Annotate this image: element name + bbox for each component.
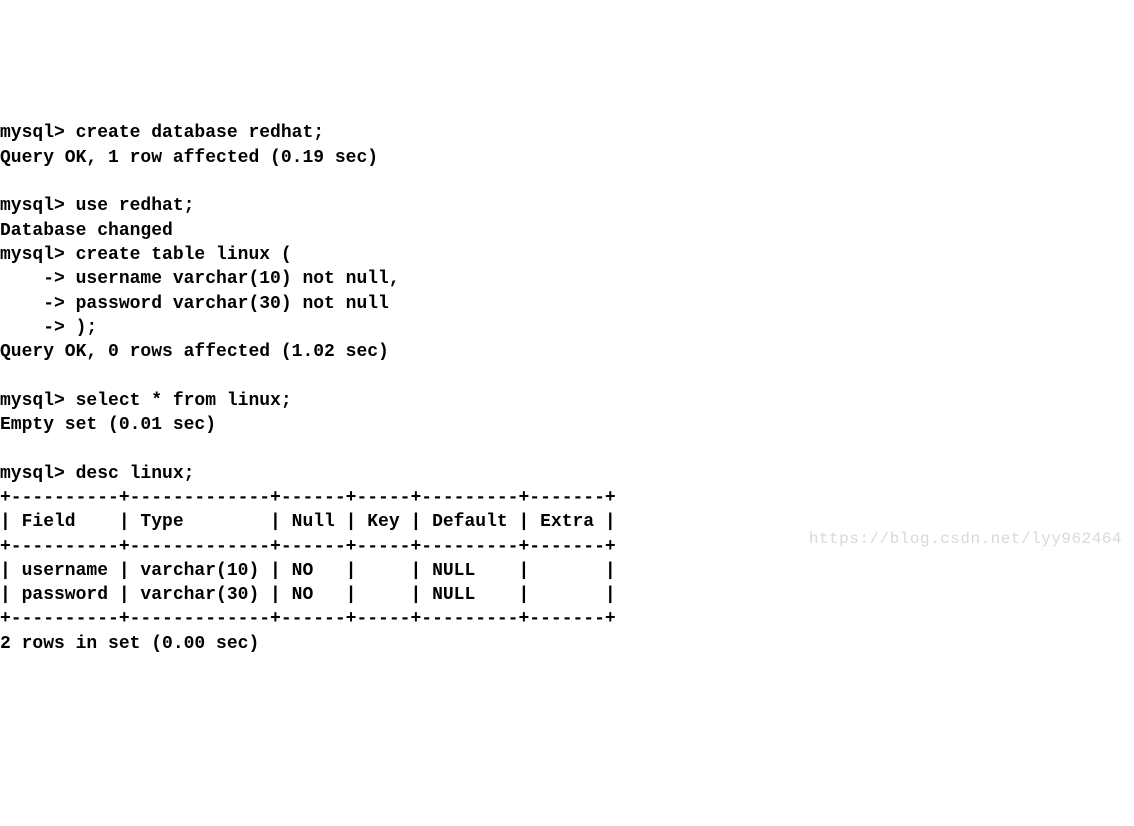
table-row: | password | varchar(30) | NO | | NULL |…: [0, 585, 616, 605]
table-border-mid: +----------+-------------+------+-----+-…: [0, 537, 616, 557]
table-row: | username | varchar(10) | NO | | NULL |…: [0, 561, 616, 581]
watermark-text: https://blog.csdn.net/lyy962464: [809, 529, 1122, 551]
result-empty-set: Empty set (0.01 sec): [0, 415, 216, 435]
cmd-create-database: mysql> create database redhat;: [0, 123, 324, 143]
cmd-create-table-2: -> username varchar(10) not null,: [0, 269, 400, 289]
cmd-select: mysql> select * from linux;: [0, 391, 292, 411]
table-header-row: | Field | Type | Null | Key | Default | …: [0, 512, 616, 532]
cmd-desc: mysql> desc linux;: [0, 464, 194, 484]
terminal-output: mysql> create database redhat; Query OK,…: [0, 97, 1134, 656]
result-desc: 2 rows in set (0.00 sec): [0, 634, 259, 654]
cmd-use-database: mysql> use redhat;: [0, 196, 194, 216]
result-create-table: Query OK, 0 rows affected (1.02 sec): [0, 342, 389, 362]
cmd-create-table-4: -> );: [0, 318, 97, 338]
table-border-bottom: +----------+-------------+------+-----+-…: [0, 609, 616, 629]
result-create-database: Query OK, 1 row affected (0.19 sec): [0, 148, 378, 168]
result-database-changed: Database changed: [0, 221, 173, 241]
cmd-create-table-3: -> password varchar(30) not null: [0, 294, 389, 314]
cmd-create-table-1: mysql> create table linux (: [0, 245, 292, 265]
table-border-top: +----------+-------------+------+-----+-…: [0, 488, 616, 508]
